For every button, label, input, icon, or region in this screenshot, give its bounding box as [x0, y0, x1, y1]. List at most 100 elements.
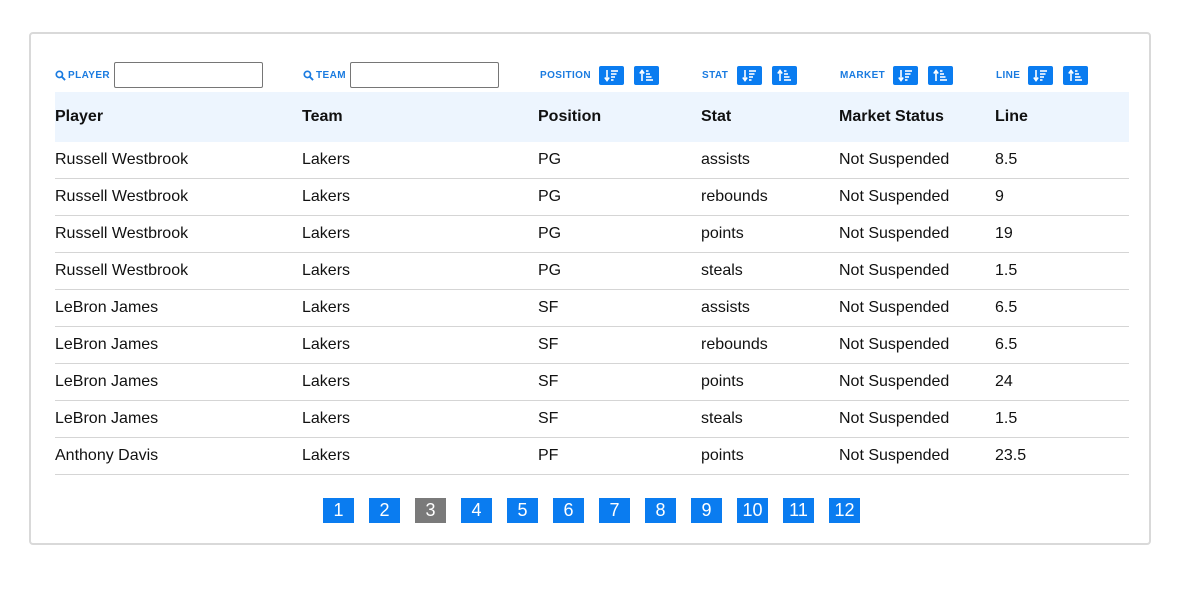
page-button-2[interactable]: 2	[369, 498, 400, 523]
page-button-10[interactable]: 10	[737, 498, 768, 523]
sort-descending-icon	[604, 69, 618, 82]
cell-player: LeBron James	[55, 410, 159, 427]
filter-bar: PLAYER TEAM POSITION STAT MARKET LINE	[55, 58, 1129, 92]
cell-stat: rebounds	[701, 188, 768, 205]
table-header: Player Team Position Stat Market Status …	[55, 92, 1129, 142]
table-row: Russell Westbrook Lakers PG assists Not Susp…	[55, 142, 1129, 179]
column-header-position: Position	[538, 108, 602, 125]
player-search-input[interactable]	[114, 62, 264, 88]
cell-team: Lakers	[302, 151, 351, 168]
table-row: Russell Westbrook Lakers PG points Not Suspe…	[55, 216, 1129, 253]
search-icon	[303, 69, 314, 81]
cell-line: 19	[995, 225, 1013, 242]
cell-position: PG	[538, 225, 562, 242]
player-filter: PLAYER	[55, 58, 264, 92]
line-sort-desc-button[interactable]	[1028, 65, 1054, 85]
market-sort: MARKET	[840, 58, 954, 92]
position-sort: POSITION	[540, 58, 659, 92]
column-header-team: Team	[302, 108, 343, 125]
cell-position: PG	[538, 151, 562, 168]
cell-line: 23.5	[995, 447, 1027, 464]
page-button-5[interactable]: 5	[507, 498, 538, 523]
cell-market-status: Not Suspended	[839, 336, 950, 353]
page-button-8[interactable]: 8	[645, 498, 676, 523]
sort-descending-icon	[898, 69, 913, 82]
column-header-stat: Stat	[701, 108, 732, 125]
cell-stat: assists	[701, 151, 750, 168]
page-button-1[interactable]: 1	[323, 498, 354, 523]
position-sort-desc-button[interactable]	[598, 65, 624, 85]
cell-team: Lakers	[302, 225, 351, 242]
page-button-7[interactable]: 7	[599, 498, 630, 523]
cell-team: Lakers	[302, 447, 351, 464]
page-button-9[interactable]: 9	[691, 498, 722, 523]
stat-sort-label: STAT	[702, 69, 729, 81]
column-header-player: Player	[55, 108, 104, 125]
market-sort-desc-button[interactable]	[893, 65, 919, 85]
cell-market-status: Not Suspended	[839, 447, 950, 464]
cell-player: LeBron James	[55, 336, 159, 353]
table-row: LeBron James Lakers SF rebounds Not Suspende…	[55, 327, 1129, 364]
cell-player: Anthony Davis	[55, 447, 159, 464]
line-sort-asc-button[interactable]	[1063, 65, 1089, 85]
market-sort-asc-button[interactable]	[928, 65, 954, 85]
sort-descending-icon	[1033, 69, 1048, 82]
page-button-3[interactable]: 3	[415, 498, 446, 523]
team-filter: TEAM	[303, 58, 499, 92]
cell-player: Russell Westbrook	[55, 151, 189, 168]
cell-team: Lakers	[302, 410, 351, 427]
cell-team: Lakers	[302, 262, 351, 279]
column-header-market-status: Market Status	[839, 108, 944, 125]
cell-line: 8.5	[995, 151, 1018, 168]
stat-sort: STAT	[702, 58, 798, 92]
cell-stat: steals	[701, 410, 743, 427]
cell-line: 6.5	[995, 336, 1018, 353]
page-button-4[interactable]: 4	[461, 498, 492, 523]
cell-position: PF	[538, 447, 559, 464]
cell-market-status: Not Suspended	[839, 225, 950, 242]
line-sort: LINE	[996, 58, 1089, 92]
cell-team: Lakers	[302, 188, 351, 205]
cell-market-status: Not Suspended	[839, 188, 950, 205]
line-sort-label: LINE	[996, 69, 1021, 81]
table-row: Russell Westbrook Lakers PG steals Not Suspe…	[55, 253, 1129, 290]
sort-ascending-icon	[639, 68, 653, 81]
cell-player: Russell Westbrook	[55, 225, 189, 242]
cell-line: 24	[995, 373, 1013, 390]
stat-sort-desc-button[interactable]	[737, 65, 763, 85]
column-header-line: Line	[995, 108, 1028, 125]
cell-market-status: Not Suspended	[839, 299, 950, 316]
page-button-11[interactable]: 11	[783, 498, 814, 523]
cell-position: SF	[538, 373, 559, 390]
player-filter-label: PLAYER	[55, 70, 110, 81]
cell-stat: steals	[701, 262, 743, 279]
cell-line: 1.5	[995, 262, 1018, 279]
cell-market-status: Not Suspended	[839, 262, 950, 279]
cell-position: SF	[538, 336, 559, 353]
cell-market-status: Not Suspended	[839, 373, 950, 390]
cell-player: Russell Westbrook	[55, 188, 189, 205]
cell-team: Lakers	[302, 299, 351, 316]
cell-stat: points	[701, 225, 744, 242]
cell-position: SF	[538, 410, 559, 427]
cell-line: 1.5	[995, 410, 1018, 427]
cell-line: 9	[995, 188, 1004, 205]
stat-sort-asc-button[interactable]	[772, 65, 798, 85]
table-row: LeBron James Lakers SF points Not Suspended 2…	[55, 364, 1129, 401]
position-sort-asc-button[interactable]	[633, 65, 659, 85]
table-row: Russell Westbrook Lakers PG rebounds Not Sus…	[55, 179, 1129, 216]
cell-stat: points	[701, 447, 744, 464]
cell-position: PG	[538, 188, 562, 205]
page-button-12[interactable]: 12	[829, 498, 860, 523]
sort-ascending-icon	[1068, 68, 1083, 81]
cell-player: LeBron James	[55, 299, 159, 316]
cell-player: Russell Westbrook	[55, 262, 189, 279]
cell-team: Lakers	[302, 373, 351, 390]
sort-ascending-icon	[777, 68, 792, 81]
cell-position: PG	[538, 262, 562, 279]
cell-line: 6.5	[995, 299, 1018, 316]
team-filter-label: TEAM	[303, 70, 346, 81]
cell-team: Lakers	[302, 336, 351, 353]
team-search-input[interactable]	[349, 62, 499, 88]
page-button-6[interactable]: 6	[553, 498, 584, 523]
